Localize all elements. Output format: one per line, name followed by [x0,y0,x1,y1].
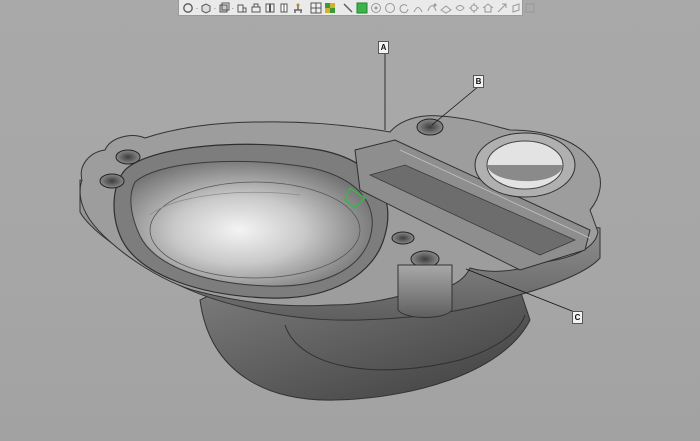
settings-icon[interactable] [468,1,480,14]
color-grid-icon[interactable] [324,1,336,14]
annotation-label-b[interactable]: B [473,75,484,88]
part-view-icon[interactable] [236,1,248,14]
view-toolbar: . . . [178,0,535,16]
front-view-icon[interactable] [250,1,262,14]
annotation-label-c[interactable]: C [572,311,583,324]
right-boss [474,132,576,198]
lower-boss [397,264,453,318]
plane-icon[interactable] [439,1,452,14]
rotate-icon[interactable] [182,1,194,14]
annotation-label-a[interactable]: A [378,41,389,54]
bowl-cavity [113,143,389,299]
grid-icon[interactable] [310,1,322,14]
view-mode-icon[interactable] [218,1,230,14]
sweep-icon[interactable] [412,1,424,14]
box-icon[interactable] [524,1,536,14]
home-icon[interactable] [482,1,494,14]
side-view-icon[interactable] [264,1,276,14]
model-viewport[interactable] [0,16,700,441]
refresh-icon[interactable] [398,1,410,14]
cube-view-icon[interactable] [200,1,212,14]
fixture-icon[interactable] [292,1,304,14]
green-square-icon[interactable] [356,1,368,14]
target-icon[interactable] [370,1,382,14]
shape-icon[interactable] [510,1,522,14]
split-view-icon[interactable] [278,1,290,14]
curve-icon[interactable] [426,1,438,14]
shell-icon[interactable] [454,1,466,14]
circle-icon[interactable] [384,1,396,14]
expand-icon[interactable] [496,1,508,14]
line-tool-icon[interactable] [342,1,354,14]
